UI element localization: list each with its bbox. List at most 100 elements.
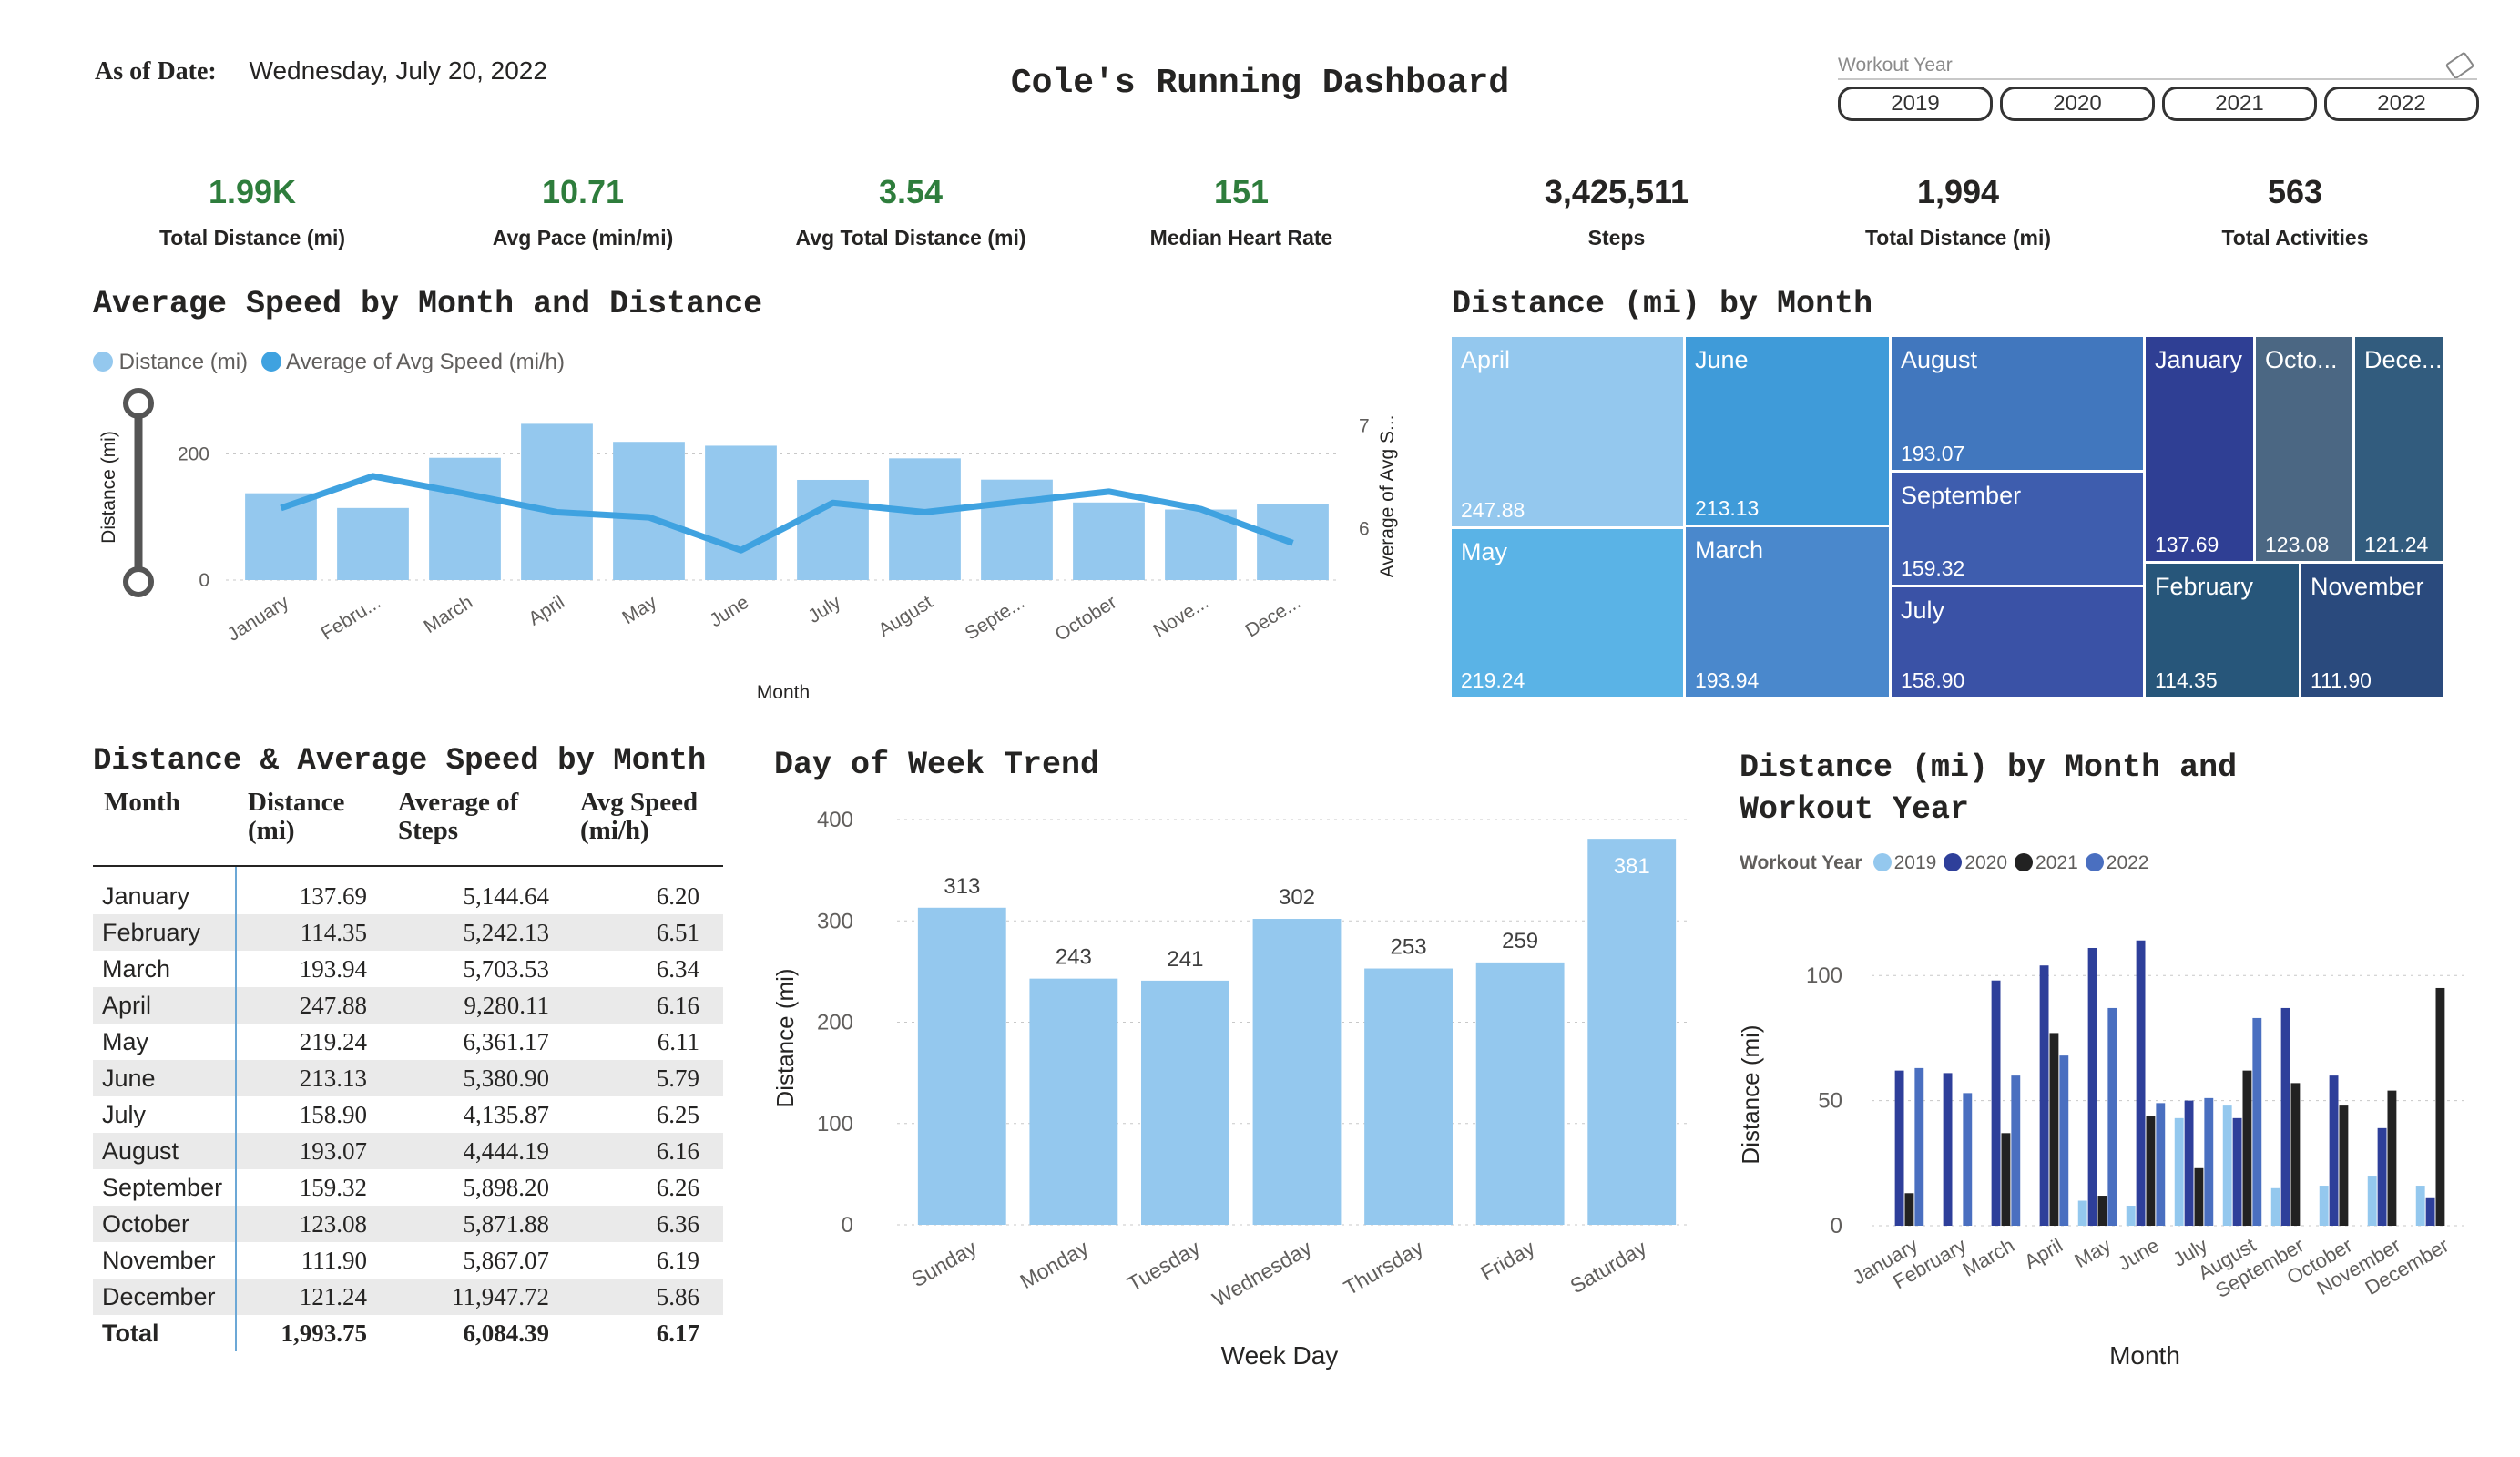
treemap-tile-march[interactable]: March 193.94 (1686, 527, 1889, 697)
bar-thursday[interactable] (1364, 968, 1453, 1225)
bar-november-2021[interactable] (2387, 1090, 2397, 1226)
bar-january-2022[interactable] (1914, 1067, 1924, 1226)
bar-march-2022[interactable] (2011, 1075, 2021, 1226)
zoom-slider-handle-bottom[interactable] (123, 566, 154, 597)
bar-september-2019[interactable] (2270, 1187, 2280, 1226)
bar-distance-may[interactable] (613, 442, 685, 580)
y-tick-label: 100 (1806, 963, 1842, 988)
bar-friday[interactable] (1475, 962, 1565, 1225)
year-button-2019[interactable]: 2019 (1838, 87, 1993, 121)
bar-december-2020[interactable] (2425, 1197, 2435, 1226)
treemap-tile-may[interactable]: May 219.24 (1452, 529, 1683, 697)
bar-march-2020[interactable] (1991, 980, 2001, 1226)
treemap-tile-february[interactable]: February 114.35 (2146, 564, 2299, 697)
bar-may-2020[interactable] (2087, 947, 2097, 1226)
table-cell: 9,280.11 (464, 992, 550, 1019)
legend-label-2021[interactable]: 2021 (2035, 852, 2078, 873)
bar-august-2019[interactable] (2222, 1105, 2232, 1226)
year-button-2020[interactable]: 2020 (2000, 87, 2155, 121)
bar-november-2020[interactable] (2377, 1127, 2387, 1226)
bar-distance-march[interactable] (429, 457, 501, 580)
table-cell: June (93, 1060, 237, 1096)
table-cell: 193.94 (299, 955, 367, 983)
bar-october-2021[interactable] (2339, 1105, 2349, 1226)
bar-distance-august[interactable] (889, 458, 961, 580)
year-button-2021[interactable]: 2021 (2162, 87, 2317, 121)
treemap-tile-november[interactable]: November 111.90 (2301, 564, 2443, 697)
bar-june-2021[interactable] (2146, 1116, 2156, 1226)
column-header-speed[interactable]: Avg Speed (mi/h) (580, 789, 721, 865)
speed-chart: Distance (mi) Average of Avg S... Month … (98, 388, 1398, 703)
bar-january-2021[interactable] (1904, 1193, 1914, 1226)
treemap-tile-value: 121.24 (2364, 533, 2429, 556)
bar-saturday[interactable] (1587, 839, 1677, 1225)
bar-distance-october[interactable] (1073, 502, 1145, 580)
table-cell: 6.17 (656, 1319, 699, 1347)
bar-may-2019[interactable] (2077, 1200, 2087, 1226)
column-header-month[interactable]: Month (93, 789, 248, 865)
table-cell: 5,380.90 (463, 1065, 550, 1092)
x-tick-label: May (2071, 1234, 2115, 1272)
bar-april-2022[interactable] (2059, 1055, 2069, 1226)
y-tick-label-left: 200 (178, 444, 209, 465)
treemap-tile-september[interactable]: September 159.32 (1892, 473, 2143, 585)
treemap-tile-value: 158.90 (1901, 668, 1965, 692)
bar-monday[interactable] (1029, 978, 1118, 1225)
bar-august-2021[interactable] (2242, 1070, 2252, 1226)
bar-february-2020[interactable] (1943, 1073, 1953, 1226)
bar-may-2022[interactable] (2107, 1007, 2117, 1226)
bar-october-2020[interactable] (2329, 1075, 2339, 1226)
year-button-2022[interactable]: 2022 (2324, 87, 2479, 121)
bar-june-2022[interactable] (2156, 1103, 2166, 1226)
bar-july-2019[interactable] (2174, 1117, 2184, 1226)
treemap-tile-april[interactable]: April 247.88 (1452, 337, 1683, 526)
bar-distance-september[interactable] (981, 479, 1053, 580)
bar-november-2019[interactable] (2367, 1176, 2377, 1226)
bar-wednesday[interactable] (1252, 919, 1342, 1225)
table-cell: 5,144.64 (463, 882, 550, 910)
bar-june-2019[interactable] (2126, 1206, 2136, 1226)
bar-july-2021[interactable] (2194, 1167, 2204, 1226)
bar-sunday[interactable] (917, 907, 1006, 1225)
bar-distance-june[interactable] (705, 445, 777, 580)
kpi-value: 10.71 (541, 173, 625, 210)
bar-september-2020[interactable] (2280, 1007, 2290, 1226)
column-header-steps[interactable]: Average of Steps (398, 789, 580, 865)
bar-may-2021[interactable] (2097, 1196, 2107, 1226)
treemap-tile-label: July (1901, 596, 1945, 624)
bar-tuesday[interactable] (1141, 980, 1229, 1225)
legend-label-2022[interactable]: 2022 (2107, 852, 2149, 873)
bar-december-2019[interactable] (2415, 1186, 2425, 1226)
treemap-tile-value: 247.88 (1461, 498, 1525, 522)
treemap-tile-january[interactable]: January 137.69 (2146, 337, 2253, 561)
x-tick-label: Saturday (1566, 1236, 1650, 1299)
bar-october-2019[interactable] (2319, 1186, 2329, 1226)
legend-label-2020[interactable]: 2020 (1964, 852, 2007, 873)
bar-distance-april[interactable] (521, 423, 593, 580)
bar-april-2020[interactable] (2039, 965, 2049, 1226)
bar-august-2020[interactable] (2232, 1117, 2242, 1226)
zoom-slider-handle-top[interactable] (123, 388, 154, 419)
bar-distance-july[interactable] (797, 479, 869, 580)
treemap-tile-june[interactable]: June 213.13 (1686, 337, 1889, 525)
x-tick-label: Friday (1476, 1236, 1539, 1286)
bar-march-2021[interactable] (2001, 1133, 2011, 1226)
bar-january-2020[interactable] (1894, 1070, 1904, 1226)
column-header-distance[interactable]: Distance (mi) (248, 789, 398, 865)
bar-july-2022[interactable] (2204, 1097, 2214, 1226)
bar-december-2021[interactable] (2435, 987, 2445, 1226)
treemap-tile-octo[interactable]: Octo... 123.08 (2256, 337, 2352, 561)
bar-august-2022[interactable] (2252, 1017, 2262, 1226)
bar-february-2022[interactable] (1963, 1093, 1973, 1226)
treemap-tile-july[interactable]: July 158.90 (1892, 587, 2143, 697)
kpi-value: 3.54 (878, 173, 944, 210)
table-row: September 159.32 5,898.20 6.26 (93, 1169, 723, 1206)
bar-july-2020[interactable] (2184, 1100, 2194, 1226)
bar-september-2021[interactable] (2290, 1083, 2301, 1226)
bar-distance-february[interactable] (337, 507, 409, 580)
bar-april-2021[interactable] (2049, 1033, 2059, 1226)
legend-label-2019[interactable]: 2019 (1894, 852, 1937, 873)
bar-june-2020[interactable] (2136, 940, 2146, 1226)
treemap-tile-dece[interactable]: Dece... 121.24 (2355, 337, 2443, 561)
treemap-tile-august[interactable]: August 193.07 (1892, 337, 2143, 470)
